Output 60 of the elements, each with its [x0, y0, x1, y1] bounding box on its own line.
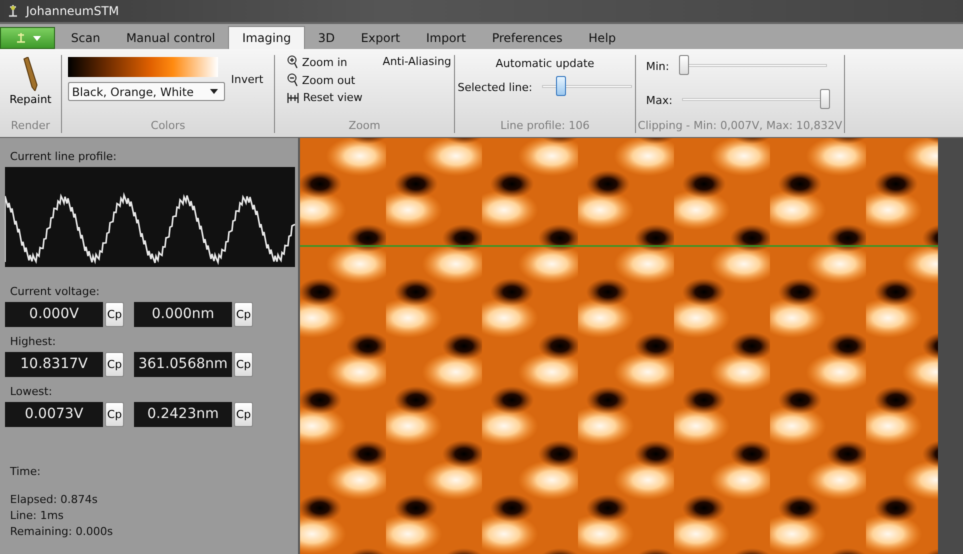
time-text: Elapsed: 0.874s [10, 492, 99, 508]
automatic-update-button[interactable]: Automatic update [496, 57, 594, 70]
copy-button[interactable]: Cp [105, 352, 124, 377]
copy-button[interactable]: Cp [234, 352, 253, 377]
app-icon [14, 32, 26, 44]
group-caption: Zoom [348, 119, 382, 133]
height-value: 0.2423nm [134, 402, 232, 427]
time-text: Line: 1ms [10, 508, 65, 524]
clipping-slider[interactable] [679, 55, 828, 77]
slider-thumb[interactable] [556, 76, 566, 96]
voltage-value: 0.000V [5, 302, 103, 327]
caret-icon [210, 89, 218, 94]
repaint-button[interactable]: Repaint [6, 55, 56, 119]
zoom-menu-button[interactable]: Reset view [287, 91, 363, 104]
copy-button[interactable]: Cp [234, 402, 253, 427]
copy-button[interactable]: Cp [105, 402, 124, 427]
selected-line-slider[interactable] [542, 76, 632, 98]
group-caption: Clipping - Min: 0,007V, Max: 10,832V [636, 119, 844, 133]
reset-view-icon [287, 92, 299, 104]
clipping-slider[interactable] [682, 89, 830, 111]
group-caption: Colors [150, 119, 186, 133]
ribbon-tab[interactable]: Export [348, 27, 414, 49]
zoom-menu-button[interactable]: Zoom out [287, 73, 363, 87]
readout-label: Lowest: [9, 385, 54, 398]
ribbon-tab[interactable]: Import [413, 27, 479, 49]
anti-aliasing-button[interactable]: Anti-Aliasing [382, 55, 452, 68]
readout-label: Current voltage: [9, 285, 101, 298]
time-text: Remaining: 0.000s [10, 524, 114, 540]
voltage-value: 0.0073V [5, 402, 103, 427]
ribbon-tab[interactable]: Preferences [478, 27, 576, 49]
ribbon-tab[interactable]: Help [576, 27, 629, 49]
slider-label: Min: [646, 60, 670, 72]
line-profile-label: Current line profile: [9, 150, 118, 163]
zoom-in-icon [287, 55, 298, 69]
palette-dropdown[interactable]: Black, Orange, White [68, 82, 225, 101]
app-icon [6, 4, 20, 18]
group-caption: Render [10, 119, 52, 133]
zoom-out-icon [287, 73, 298, 87]
slider-label: Max: [646, 94, 672, 106]
height-value: 361.0568nm [134, 352, 232, 377]
invert-button[interactable]: Invert [231, 73, 264, 86]
app-menu-button[interactable] [0, 27, 55, 49]
selected-line-label: Selected line: [458, 80, 532, 94]
caret-icon [32, 36, 40, 40]
ribbon-tab[interactable]: 3D [304, 27, 348, 49]
copy-button[interactable]: Cp [105, 302, 124, 327]
time-label: Time: [9, 465, 42, 478]
pencil-icon [21, 57, 40, 91]
group-caption: Line profile: 106 [499, 119, 591, 133]
height-value: 0.000nm [134, 302, 232, 327]
ribbon-tab[interactable]: Manual control [113, 27, 228, 49]
voltage-value: 10.8317V [5, 352, 103, 377]
window-title: JohanneumSTM [26, 4, 120, 18]
zoom-menu-button[interactable]: Zoom in [287, 55, 363, 69]
readout-label: Highest: [9, 335, 57, 348]
ribbon-tab[interactable]: Imaging [228, 26, 305, 49]
slider-thumb[interactable] [679, 55, 690, 75]
slider-thumb[interactable] [820, 89, 830, 109]
ribbon-tab[interactable]: Scan [58, 27, 114, 49]
copy-button[interactable]: Cp [234, 302, 253, 327]
